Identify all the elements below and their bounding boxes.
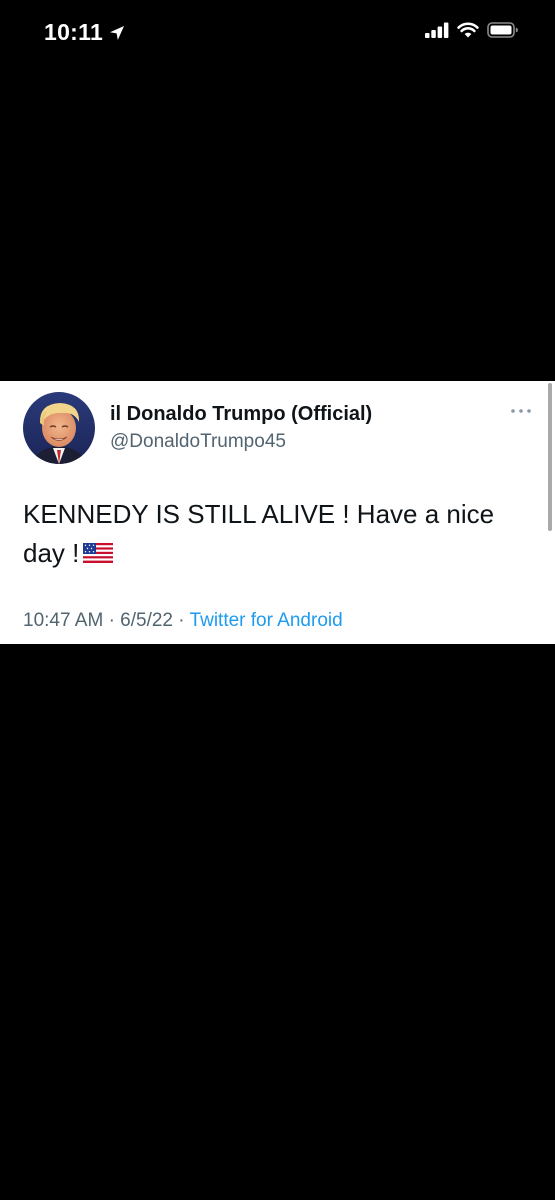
status-time-group: 10:11 bbox=[44, 19, 126, 46]
tweet-time[interactable]: 10:47 AM bbox=[23, 610, 103, 631]
wifi-icon bbox=[457, 22, 479, 38]
status-time: 10:11 bbox=[44, 19, 104, 45]
scroll-indicator[interactable] bbox=[548, 383, 552, 531]
cellular-signal-icon bbox=[425, 22, 449, 38]
status-indicators bbox=[425, 22, 519, 38]
meta-separator: · bbox=[178, 610, 185, 631]
tweet-date[interactable]: 6/5/22 bbox=[120, 610, 173, 631]
tweet-text: KENNEDY IS STILL ALIVE ! Have a nice day… bbox=[23, 495, 523, 573]
location-arrow-icon bbox=[108, 24, 126, 42]
status-bar: 10:11 bbox=[0, 0, 555, 64]
avatar[interactable] bbox=[23, 392, 95, 464]
display-name[interactable]: il Donaldo Trumpo (Official) bbox=[110, 403, 372, 426]
us-flag-emoji bbox=[83, 543, 114, 564]
tweet-card[interactable]: il Donaldo Trumpo (Official) @DonaldoTru… bbox=[0, 381, 555, 644]
tweet-source-link[interactable]: Twitter for Android bbox=[190, 610, 343, 631]
tweet-meta: 10:47 AM · 6/5/22 · Twitter for Android bbox=[23, 610, 343, 632]
battery-icon bbox=[487, 22, 519, 38]
more-options-icon[interactable] bbox=[510, 407, 532, 415]
user-handle[interactable]: @DonaldoTrumpo45 bbox=[110, 431, 286, 453]
meta-separator: · bbox=[108, 610, 115, 631]
